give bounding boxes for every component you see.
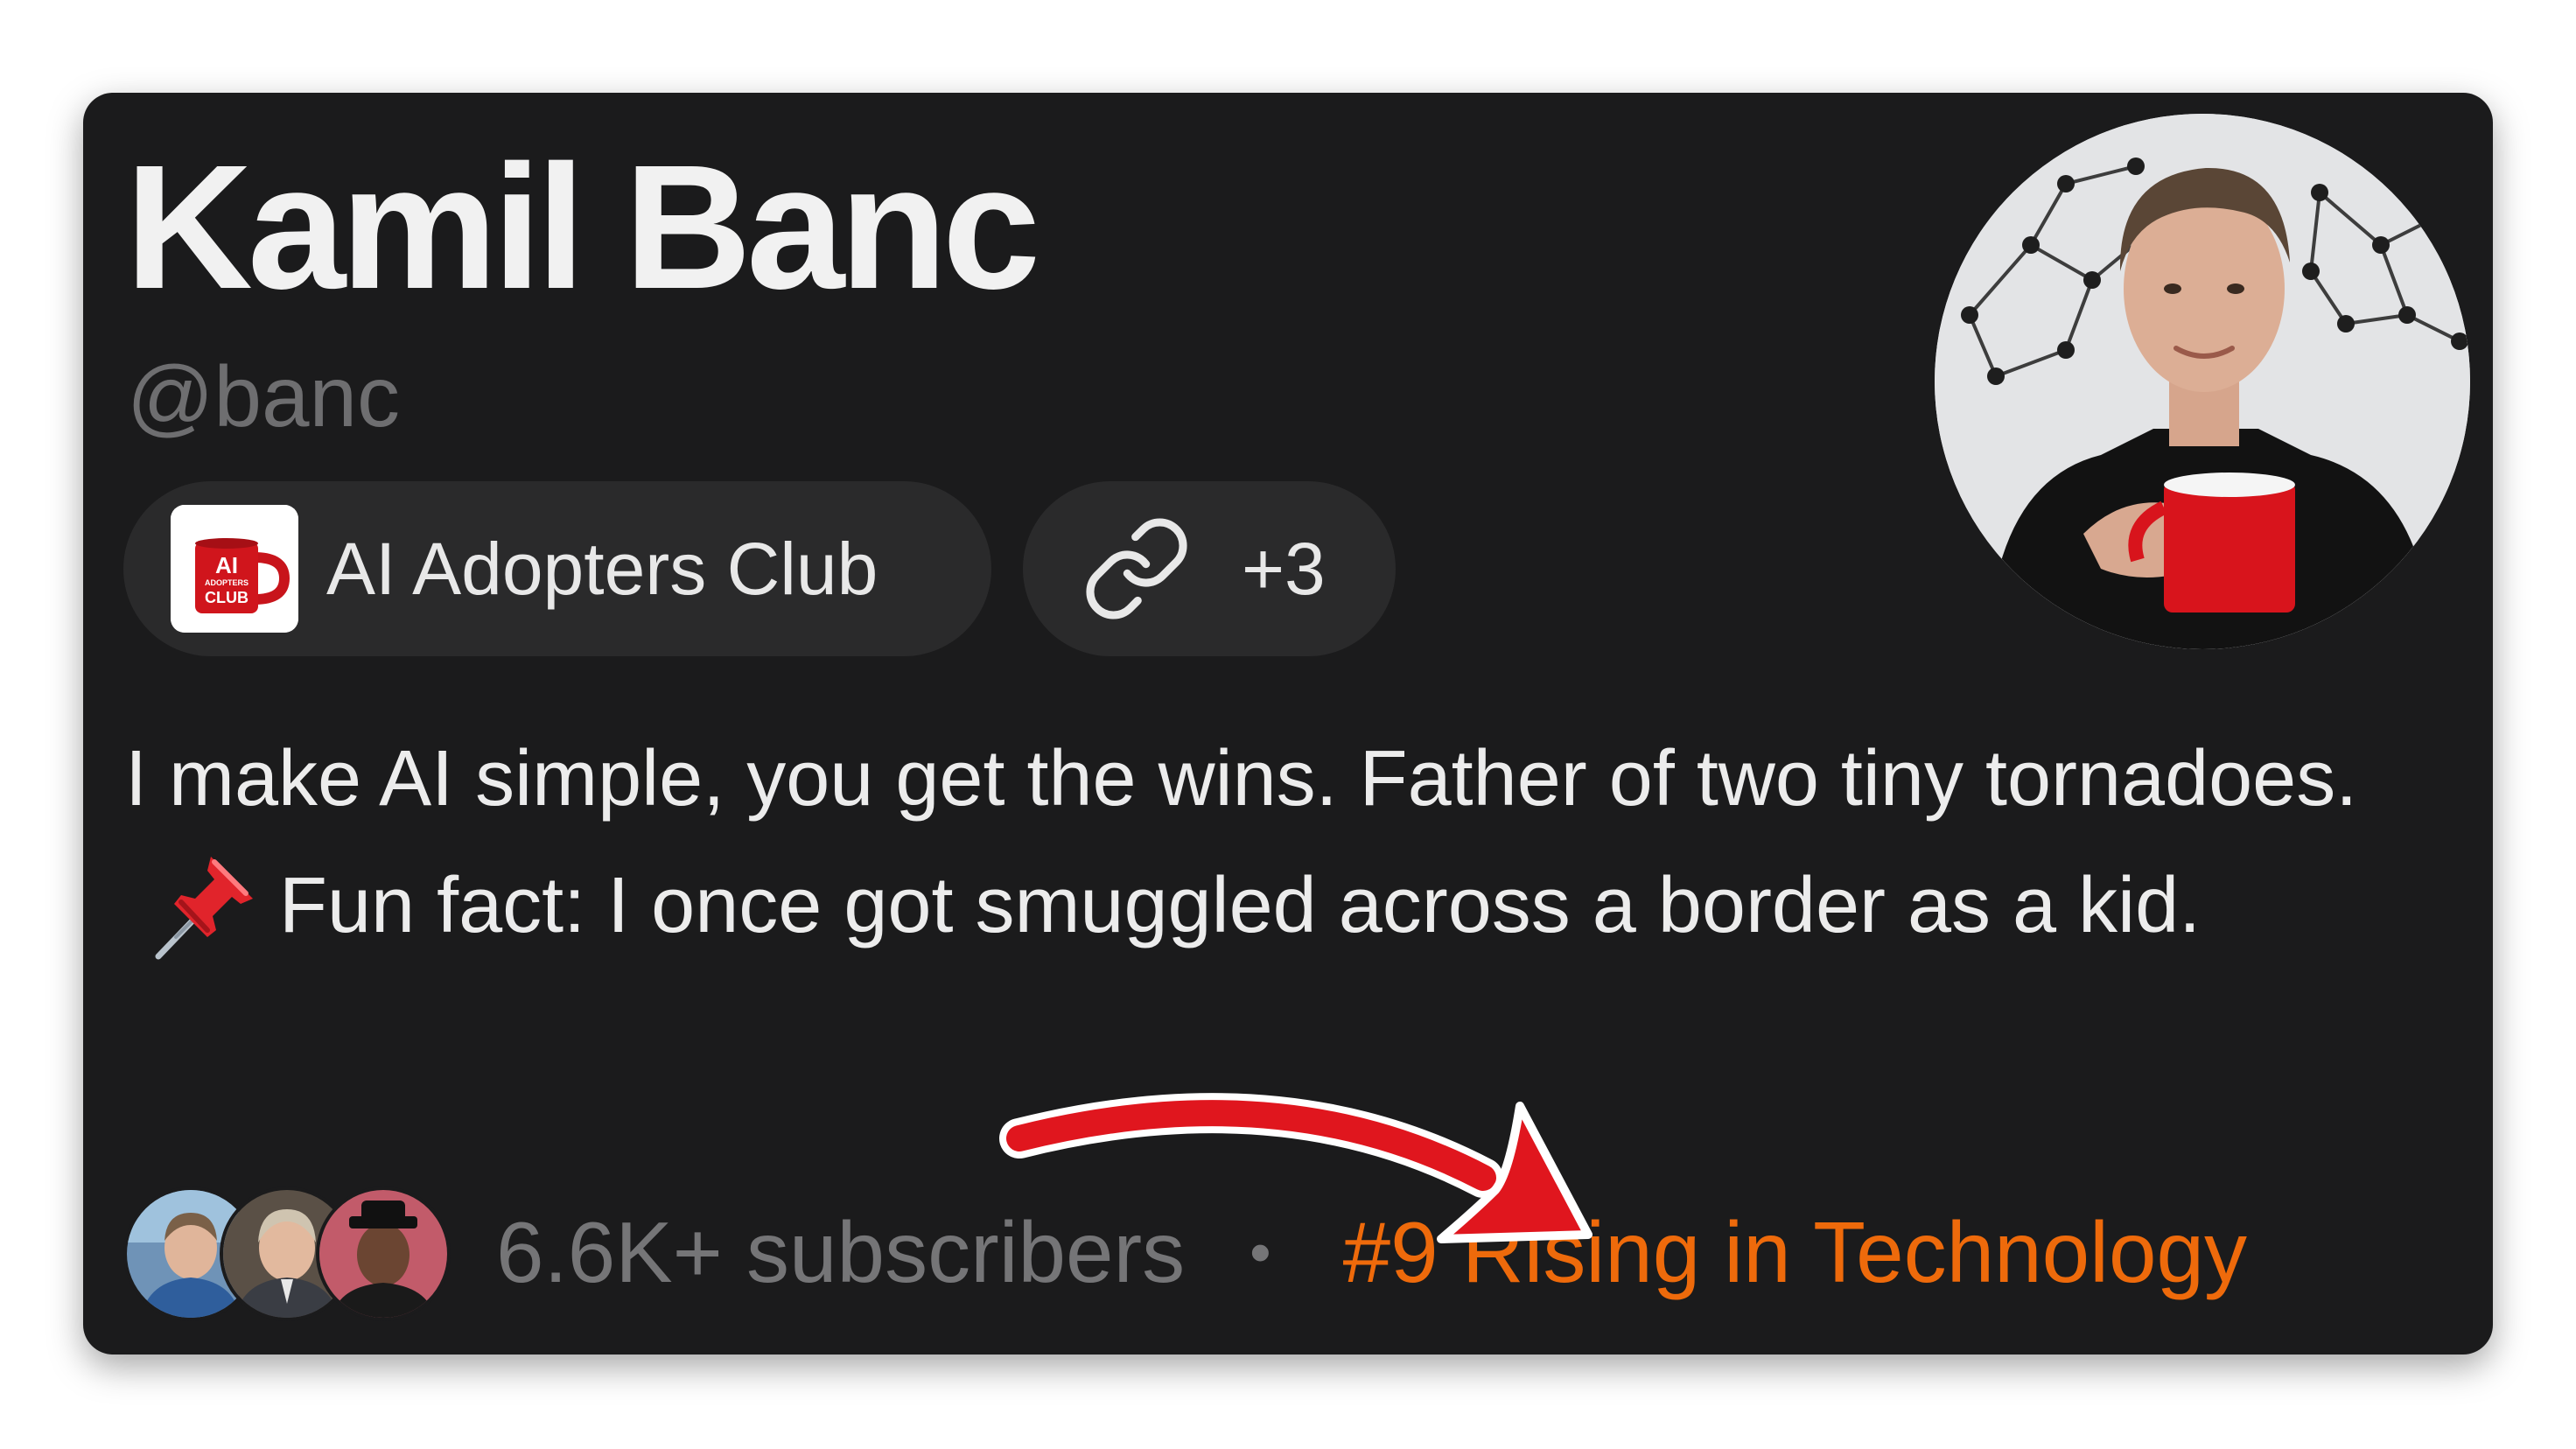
links-count: +3 bbox=[1242, 528, 1326, 610]
svg-text:ADOPTERS: ADOPTERS bbox=[205, 578, 248, 587]
links-pill[interactable]: +3 bbox=[1023, 481, 1396, 656]
publication-name: AI Adopters Club bbox=[326, 528, 878, 610]
svg-text:AI: AI bbox=[215, 552, 238, 578]
profile-card: Kamil Banc @banc AI ADOPTERS CLUB AI Ado… bbox=[83, 93, 2493, 1354]
bio-text-line2: Fun fact: I once got smuggled across a b… bbox=[279, 862, 2202, 949]
publication-pill[interactable]: AI ADOPTERS CLUB AI Adopters Club bbox=[123, 481, 991, 656]
red-curved-arrow-icon bbox=[999, 1093, 1592, 1243]
profile-handle[interactable]: @banc bbox=[127, 354, 400, 439]
pushpin-emoji-icon bbox=[155, 857, 253, 960]
profile-avatar[interactable] bbox=[1935, 114, 2470, 649]
svg-text:CLUB: CLUB bbox=[205, 589, 248, 606]
profile-name: Kamil Banc bbox=[125, 128, 1040, 326]
subscriber-avatar bbox=[316, 1186, 451, 1321]
profile-bio: I make AI simple, you get the wins. Fath… bbox=[125, 716, 2418, 970]
subscriber-avatars bbox=[123, 1186, 451, 1321]
bio-text-line1: I make AI simple, you get the wins. Fath… bbox=[125, 735, 2358, 822]
link-icon bbox=[1086, 518, 1187, 620]
red-mug-logo-icon: AI ADOPTERS CLUB bbox=[171, 505, 298, 633]
